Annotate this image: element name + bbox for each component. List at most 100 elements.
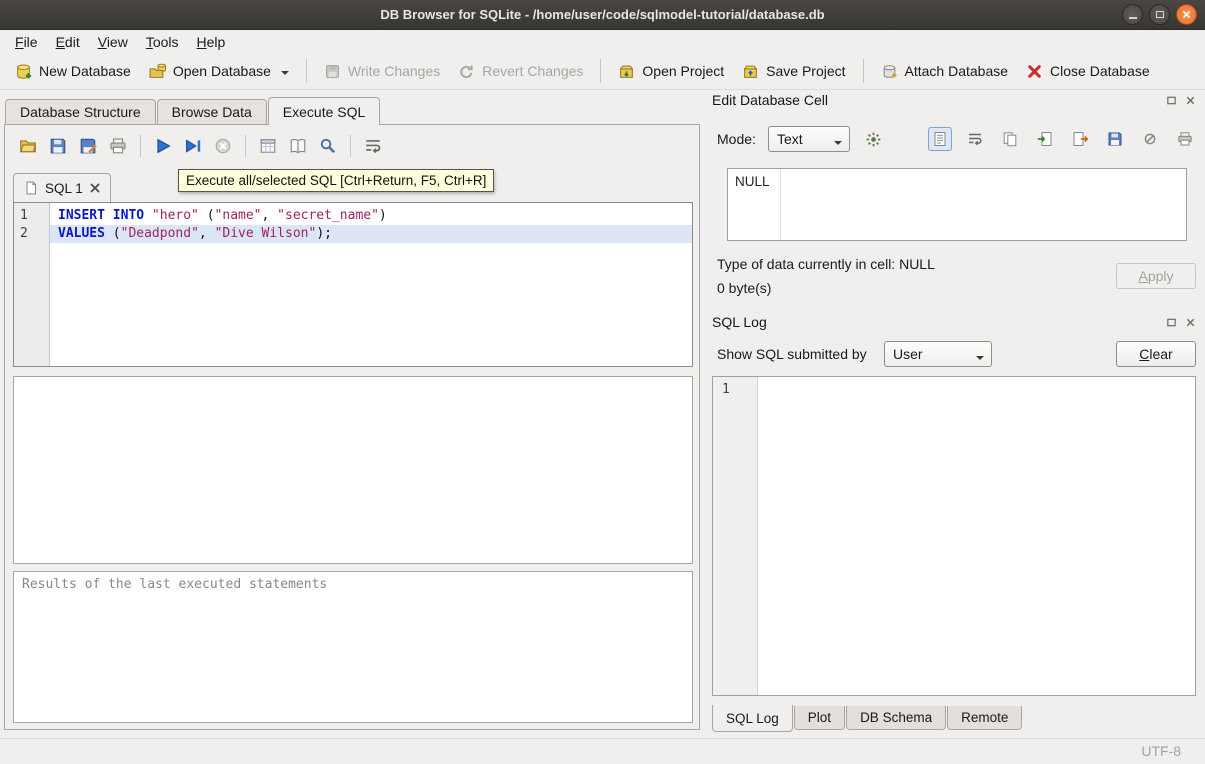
float-log-panel-button[interactable]: [1164, 315, 1178, 329]
open-database-button[interactable]: Open Database: [140, 57, 298, 86]
toolbar-separator: [140, 135, 141, 157]
edit-cell-dock-icons: [1164, 93, 1197, 107]
sql-token: [144, 208, 152, 223]
results-grid[interactable]: [13, 376, 693, 564]
gear-icon: [865, 131, 882, 148]
toolbar-button-label: Write Changes: [348, 63, 440, 79]
copy-cell-button[interactable]: [998, 127, 1022, 151]
import-cell-icon: [1037, 131, 1053, 147]
execute-current-line-button[interactable]: [178, 132, 208, 160]
export-cell-button[interactable]: [1068, 127, 1092, 151]
tab-execute-sql[interactable]: Execute SQL: [268, 97, 381, 125]
find-replace-icon: [319, 137, 337, 155]
revert-changes-button[interactable]: Revert Changes: [449, 57, 592, 86]
open-project-button[interactable]: Open Project: [609, 57, 733, 86]
save-sql-file-button[interactable]: [43, 132, 73, 160]
bottom-tab-sql-log[interactable]: SQL Log: [712, 705, 793, 732]
new-database-button[interactable]: New Database: [6, 57, 140, 86]
sql-editor[interactable]: 12 INSERT INTO "hero" ("name", "secret_n…: [13, 202, 693, 367]
tab-browse-data[interactable]: Browse Data: [157, 99, 267, 124]
save-sql-as-button[interactable]: [73, 132, 103, 160]
tab-sql-1[interactable]: SQL 1: [13, 173, 111, 202]
cell-settings-button[interactable]: [860, 126, 886, 152]
float-panel-button[interactable]: [1164, 93, 1178, 107]
float-icon: [1166, 317, 1177, 328]
sql-token: ,: [199, 226, 215, 241]
mode-select[interactable]: Text: [768, 126, 850, 152]
close-button[interactable]: [1176, 4, 1197, 25]
save-project-icon: [742, 63, 759, 80]
word-wrap-cell-button[interactable]: [963, 127, 987, 151]
open-in-tab-icon: [289, 137, 307, 155]
menu-edit[interactable]: Edit: [47, 32, 89, 52]
save-project-button[interactable]: Save Project: [733, 57, 854, 86]
toolbar-separator: [863, 59, 864, 83]
import-cell-button[interactable]: [1033, 127, 1057, 151]
editor-toolbar: [13, 131, 388, 161]
tab-database-structure[interactable]: Database Structure: [5, 99, 156, 124]
chevron-down-icon[interactable]: [281, 71, 289, 75]
set-null-button[interactable]: [1138, 127, 1162, 151]
stop-execution-icon: [214, 137, 232, 155]
save-sql-file-icon: [49, 137, 67, 155]
open-in-tab-button[interactable]: [283, 132, 313, 160]
clear-log-button[interactable]: Clear: [1116, 341, 1196, 367]
menu-help[interactable]: Help: [188, 32, 235, 52]
titlebar: DB Browser for SQLite - /home/user/code/…: [0, 0, 1205, 30]
menu-tools[interactable]: Tools: [137, 32, 188, 52]
sql-token: (: [199, 208, 215, 223]
stop-execution-button[interactable]: [208, 132, 238, 160]
apply-button-label: Apply: [1138, 268, 1173, 284]
maximize-button[interactable]: [1149, 4, 1170, 25]
code-line-1[interactable]: INSERT INTO "hero" ("name", "secret_name…: [50, 207, 692, 225]
attach-database-button[interactable]: Attach Database: [872, 57, 1018, 86]
sql-log-area[interactable]: 1: [712, 376, 1196, 696]
editor-code[interactable]: INSERT INTO "hero" ("name", "secret_name…: [50, 203, 692, 366]
print-cell-button[interactable]: [1173, 127, 1197, 151]
cell-editor[interactable]: NULL: [727, 168, 1187, 241]
bottom-tab-plot[interactable]: Plot: [794, 706, 845, 730]
word-wrap-button[interactable]: [358, 132, 388, 160]
execute-all-button[interactable]: [148, 132, 178, 160]
execute-current-line-icon: [184, 137, 202, 155]
toolbar-separator: [350, 135, 351, 157]
execute-sql-pane: SQL 1 12 INSERT INTO "hero" ("name", "se…: [4, 124, 700, 730]
write-changes-icon: [324, 63, 341, 80]
tab-close-icon[interactable]: [90, 183, 100, 193]
revert-changes-icon: [458, 63, 475, 80]
export-results-button[interactable]: [253, 132, 283, 160]
window-title: DB Browser for SQLite - /home/user/code/…: [0, 7, 1205, 22]
encoding-indicator[interactable]: UTF-8: [1141, 743, 1181, 759]
bottom-tab-db-schema[interactable]: DB Schema: [846, 706, 946, 730]
apply-button[interactable]: Apply: [1116, 263, 1196, 289]
word-wrap-icon: [364, 137, 382, 155]
sql-token: "hero": [152, 208, 199, 223]
maximize-icon: [1156, 11, 1164, 18]
minimize-button[interactable]: [1122, 4, 1143, 25]
log-gutter: 1: [713, 377, 758, 695]
main-toolbar: New DatabaseOpen Database Write Changes Re…: [0, 53, 1205, 90]
code-line-2[interactable]: VALUES ("Deadpond", "Dive Wilson");: [50, 225, 692, 243]
close-database-button[interactable]: Close Database: [1017, 57, 1159, 86]
print-sql-button[interactable]: [103, 132, 133, 160]
menu-file[interactable]: File: [6, 32, 47, 52]
write-changes-button[interactable]: Write Changes: [315, 57, 449, 86]
text-document-button[interactable]: [928, 127, 952, 151]
menu-view[interactable]: View: [89, 32, 137, 52]
sql-log-dock-icons: [1164, 315, 1197, 329]
log-filter-select[interactable]: User: [884, 341, 992, 367]
save-cell-button[interactable]: [1103, 127, 1127, 151]
results-message-area[interactable]: Results of the last executed statements: [13, 571, 693, 723]
line-number: 2: [14, 225, 49, 243]
bottom-tab-remote[interactable]: Remote: [947, 706, 1022, 730]
save-cell-icon: [1107, 131, 1123, 147]
close-panel-button[interactable]: [1183, 93, 1197, 107]
open-database-icon: [149, 63, 166, 80]
save-sql-as-icon: [79, 137, 97, 155]
find-replace-button[interactable]: [313, 132, 343, 160]
close-log-panel-button[interactable]: [1183, 315, 1197, 329]
open-sql-file-button[interactable]: [13, 132, 43, 160]
print-sql-icon: [109, 137, 127, 155]
main-tabs: Database StructureBrowse DataExecute SQL: [4, 96, 700, 124]
toolbar-separator: [306, 59, 307, 83]
